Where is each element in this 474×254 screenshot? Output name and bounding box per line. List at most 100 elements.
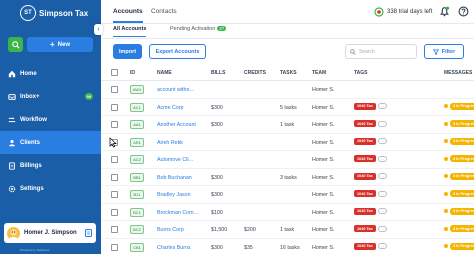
inbox-icon [8,93,16,101]
tag-badge[interactable]: 1040 Tax [354,242,376,250]
sidebar-item-billings[interactable]: Billings [0,154,101,177]
logo[interactable]: ST Simpson Tax [0,0,101,30]
more-tags-icon[interactable]: … [377,190,387,197]
table-row[interactable]: AR1 Arieh Retik Homer S. 1040 Tax… 3 In Prog… [101,134,474,151]
account-name-link[interactable]: Bradley Jason [157,192,191,198]
message-status-badge[interactable]: 3 In Progress [450,207,474,215]
account-name-link[interactable]: Bob Buchanan [157,175,192,181]
message-status-badge[interactable]: 3 In Progress [450,155,474,162]
tag-badge[interactable]: 1040 Tax [354,225,376,232]
row-checkbox[interactable] [111,121,118,128]
search-field[interactable] [345,44,417,59]
import-button[interactable]: Import [113,44,142,59]
sidebar-item-clients[interactable]: Clients [0,131,101,154]
more-tags-icon[interactable]: … [377,138,387,144]
new-button[interactable]: + New [27,37,93,52]
team-value: Homer S. [312,192,335,198]
tag-badge[interactable]: 1040 Tax [354,120,376,127]
row-checkbox[interactable] [111,173,118,181]
tag-badge[interactable]: 1040 Tax [354,137,376,145]
team-value: Homer S. [312,227,335,233]
row-checkbox[interactable] [111,243,118,251]
column-header-name[interactable]: NAME [157,70,172,76]
tags-cell: 1040 Tax… [354,102,387,110]
table-row[interactable]: BC2 Burns Corp $1,500 $200 1 task Homer S. 104… [101,221,474,239]
column-header-tasks[interactable]: TASKS [280,70,297,76]
more-tags-icon[interactable]: … [377,173,387,179]
row-checkbox[interactable] [111,208,118,216]
sidebar-item-inbox[interactable]: Inbox+ 99 [0,85,101,108]
table-row[interactable]: AC1 Acme Corp $300 5 tasks Homer S. 1040 Tax…… [101,99,474,116]
tags-cell: 1040 Tax… [354,225,387,232]
account-name-link[interactable]: Another Account [157,122,196,128]
message-status-badge[interactable]: 3 In Progress [450,137,474,145]
more-tags-icon[interactable]: … [377,208,387,214]
messages-cell: 3 In Progress [444,190,474,197]
search-input[interactable] [359,48,414,55]
account-name-link[interactable]: Charles Burns [157,245,191,251]
more-tags-icon[interactable]: … [377,103,387,109]
table-row[interactable]: AC2 Automove Cli… Homer S. 1040 Tax… 3 In Pr… [101,151,474,169]
tab-contacts[interactable]: Contacts [151,8,177,15]
column-header-bills[interactable]: BILLS [211,70,225,76]
column-header-team[interactable]: TEAM [312,70,326,76]
more-tags-icon[interactable]: … [377,155,387,162]
bell-icon[interactable] [439,6,450,17]
tag-badge[interactable]: 1040 Tax [354,172,376,180]
more-tags-icon[interactable]: … [377,225,387,232]
tag-badge[interactable]: 1040 Tax [354,190,376,197]
tab-accounts[interactable]: Accounts [113,8,143,23]
help-icon[interactable] [458,6,469,17]
message-status-badge[interactable]: 3 In Progress [450,225,474,232]
filter-button[interactable]: Filter [424,44,464,59]
account-name-link[interactable]: Automove Cli… [157,157,194,163]
bills-value: $300 [211,244,223,251]
account-name-link[interactable]: Brockman Com… [157,210,199,216]
user-card[interactable]: Homer J. Simpson [4,223,96,243]
column-header-messages[interactable]: MESSAGES [444,70,472,76]
row-checkbox[interactable] [111,191,118,198]
row-checkbox[interactable] [111,103,118,111]
messages-cell: 3 In Progress [444,242,474,250]
account-name-link[interactable]: Acme Corp [157,105,184,111]
tab-pending-activation[interactable]: Pending Activation 27 [170,26,227,32]
more-tags-icon[interactable]: … [377,243,387,249]
table-row[interactable]: BJ1 Bradley Jason $300 Homer S. 1040 Tax… 3 I… [101,186,474,204]
export-accounts-button[interactable]: Export Accounts [149,44,206,59]
row-checkbox[interactable] [111,86,118,93]
message-status-badge[interactable]: 3 In Progress [450,172,474,180]
sidebar-item-workflow[interactable]: Workflow [0,108,101,131]
user-settings-icon[interactable] [85,229,92,239]
tag-badge[interactable]: 1040 Tax [354,102,376,110]
tag-badge[interactable]: 1040 Tax [354,207,376,215]
tag-badge[interactable]: 1040 Tax [354,155,376,162]
table-row[interactable]: CB1 Charles Burns $300 $35 16 tasks Homer S. 1… [101,239,474,254]
account-name-link[interactable]: account witho… [157,87,195,93]
table-row[interactable]: BC1 Brockman Com… $100 Homer S. 1040 Tax… 3 I… [101,204,474,221]
trial-indicator[interactable]: 338 trial days left [374,7,432,17]
status-dot-icon [444,191,448,196]
message-status-badge[interactable]: 3 In Progress [450,190,474,197]
message-status-badge[interactable]: 3 In Progress [450,242,474,250]
team-value: Homer S. [312,122,335,128]
messages-cell: 3 In Progress [444,102,474,110]
table-row[interactable]: BB1 Bob Buchanan $300 3 tasks Homer S. 1040 T… [101,169,474,186]
table-row[interactable]: AW1 account witho… Homer S. [101,81,474,99]
message-status-badge[interactable]: 3 In Progress [450,102,474,110]
sidebar-search-button[interactable] [8,37,23,52]
column-header-tags[interactable]: TAGS [354,70,368,76]
column-header-credits[interactable]: CREDITS [244,70,266,76]
select-all-checkbox[interactable] [111,69,118,76]
trial-text: 338 trial days left [387,9,433,15]
account-name-link[interactable]: Burns Corp [157,227,184,233]
message-status-badge[interactable]: 3 In Progress [450,120,474,127]
sidebar-item-settings[interactable]: Settings [0,177,101,200]
more-tags-icon[interactable]: … [377,120,387,127]
column-header-id[interactable]: ID [130,70,135,76]
row-checkbox[interactable] [111,226,118,233]
tab-all-accounts[interactable]: All Accounts [113,26,147,37]
sidebar-item-home[interactable]: Home [0,62,101,85]
table-row[interactable]: AA1 Another Account $300 1 task Homer S. 1040… [101,116,474,134]
row-checkbox[interactable] [111,156,118,163]
account-name-link[interactable]: Arieh Retik [157,140,183,146]
